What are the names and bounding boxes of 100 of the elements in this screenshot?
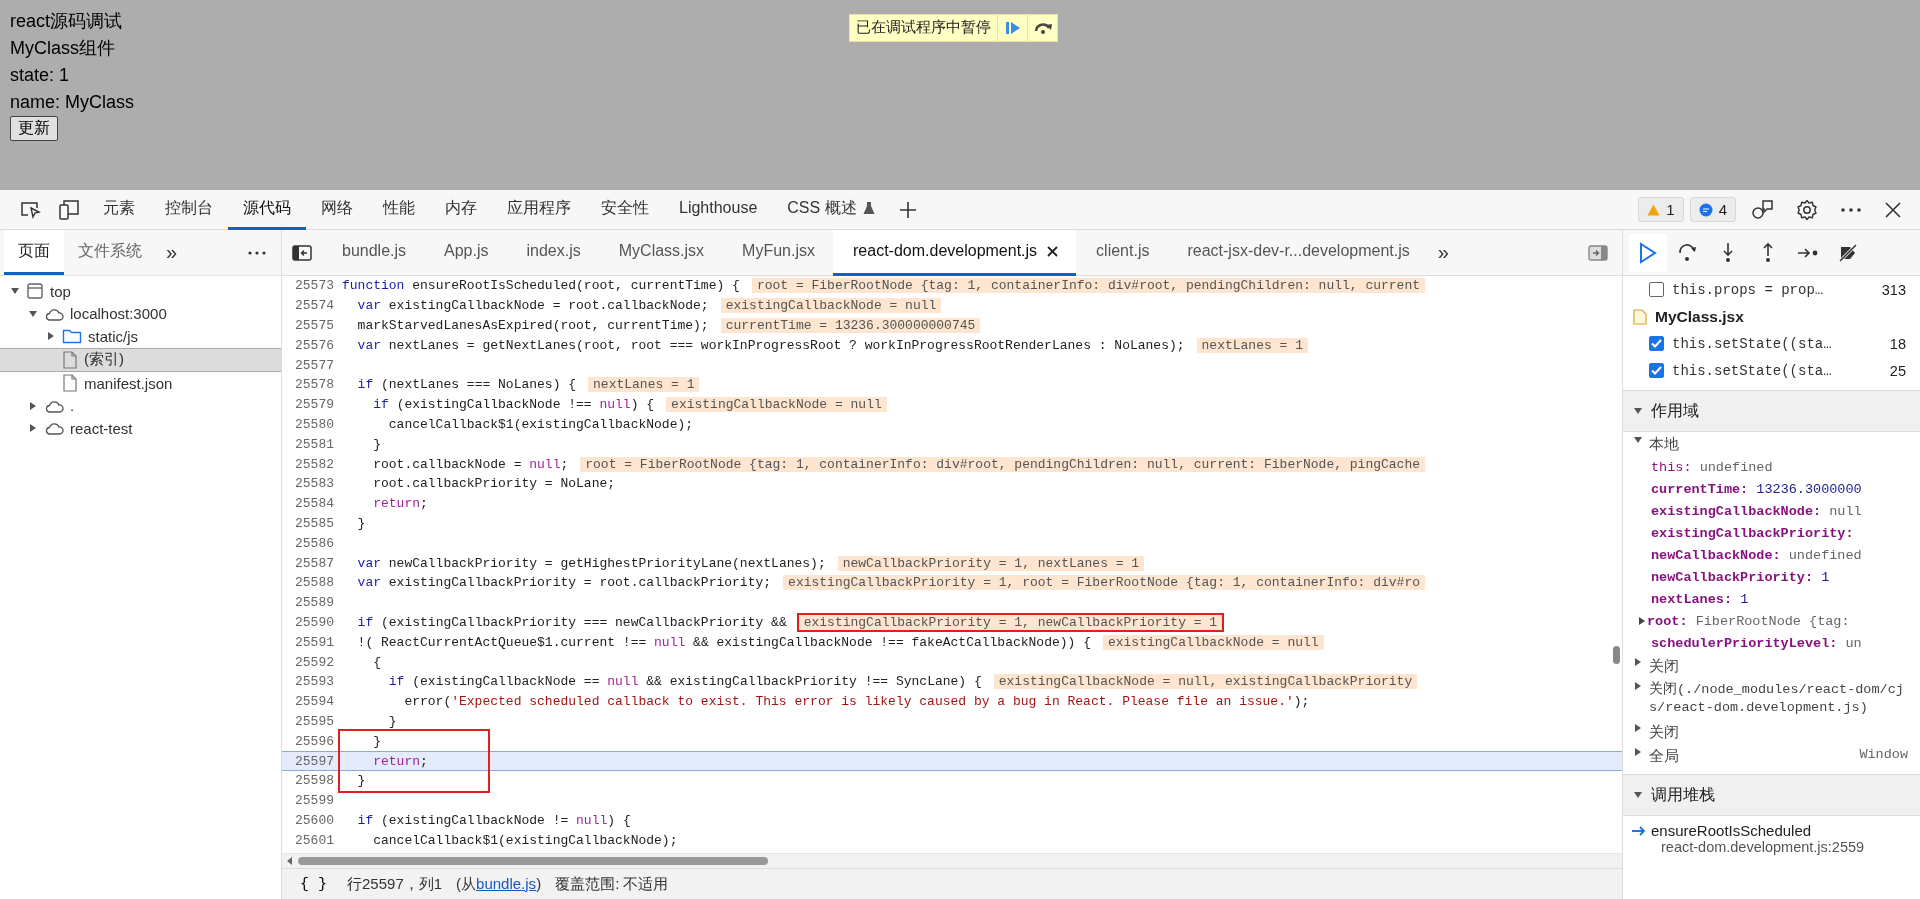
- collapse-arrow-icon[interactable]: [28, 400, 38, 411]
- breakpoint-line: 313: [1881, 281, 1906, 298]
- devtools-tab[interactable]: 控制台: [150, 189, 228, 230]
- scope-group[interactable]: 关闭: [1649, 723, 1908, 741]
- collapse-arrow-icon[interactable]: [1633, 657, 1643, 667]
- inline-value: root = FiberRootNode {tag: 1, containerInfo: div#root, pendingChildren: null, current: FiberNode, pingCache: [580, 456, 1425, 472]
- inline-value: nextLanes = 1: [1196, 337, 1308, 353]
- play-icon[interactable]: [1638, 241, 1658, 264]
- sidebar-tab[interactable]: 文件系统: [64, 230, 156, 275]
- devtools-tab[interactable]: 元素: [88, 189, 150, 230]
- more-tabs-button[interactable]: »: [1427, 241, 1459, 264]
- breakpoint-checkbox[interactable]: [1649, 282, 1664, 297]
- scope-group[interactable]: 关闭(./node_modules/react-dom/cjs/react-dom.development.js): [1649, 681, 1908, 717]
- inline-value: existingCallbackNode = null, existingCallbackPriority: [993, 674, 1418, 690]
- file-tab[interactable]: react-dom.development.js: [833, 229, 1077, 276]
- collapse-arrow-icon[interactable]: [28, 423, 38, 434]
- collapse-arrow-icon[interactable]: [1633, 681, 1643, 691]
- line-number: 25595: [294, 713, 335, 729]
- line-number: 25582: [294, 456, 335, 472]
- devtools-tab[interactable]: 性能: [368, 189, 430, 230]
- line-number: 25590: [294, 614, 335, 630]
- variable: existingCallbackNode: null: [1651, 503, 1862, 519]
- cloud-icon: [44, 398, 64, 413]
- code-line: cancelCallback$1(existingCallbackNode);: [372, 832, 678, 848]
- paused-message: 已在调试程序中暂停: [855, 17, 992, 37]
- deactivate-breakpoints-icon[interactable]: [1838, 242, 1858, 263]
- file-tab[interactable]: MyClass.jsx: [598, 229, 723, 276]
- line-number: 25597: [294, 753, 335, 769]
- expand-arrow-icon[interactable]: [1633, 790, 1643, 800]
- scrollbar-thumb[interactable]: [1613, 646, 1620, 664]
- step-icon[interactable]: [1797, 245, 1819, 260]
- tree-item[interactable]: (索引): [0, 347, 281, 372]
- line-number: 25579: [294, 397, 335, 413]
- line-number: 25573: [294, 278, 335, 294]
- expand-arrow-icon[interactable]: [28, 308, 38, 319]
- breakpoint-checkbox[interactable]: [1649, 336, 1664, 351]
- devtools-tab[interactable]: 安全性: [586, 189, 664, 230]
- collapse-arrow-icon[interactable]: [1633, 723, 1643, 733]
- tree-item[interactable]: react-test: [0, 417, 281, 440]
- scope-group[interactable]: 全局: [1649, 747, 1854, 765]
- breakpoint-code: this.props = prop…: [1672, 281, 1825, 298]
- close-icon[interactable]: [1047, 245, 1059, 257]
- code-line: function ensureRootIsScheduled(root, currentTime) {: [342, 278, 740, 294]
- step-over-icon[interactable]: [1677, 242, 1699, 263]
- resume-icon[interactable]: [1004, 21, 1021, 35]
- line-number: 25578: [294, 377, 335, 393]
- messages-badge[interactable]: 4: [1689, 197, 1736, 222]
- tree-item[interactable]: localhost:3000: [0, 302, 281, 325]
- file-tab[interactable]: MyFun.jsx: [722, 229, 833, 276]
- inline-value: existingCallbackNode = null: [720, 298, 942, 314]
- code-line: }: [356, 773, 366, 789]
- update-button[interactable]: 更新: [10, 116, 58, 141]
- sidebar-tab[interactable]: 页面: [4, 230, 64, 275]
- step-into-icon[interactable]: [1721, 241, 1735, 264]
- resume-button[interactable]: [1629, 233, 1667, 272]
- devtools-tab[interactable]: 应用程序: [492, 189, 586, 230]
- expand-arrow-icon[interactable]: [1633, 406, 1643, 416]
- variable: root: FiberRootNode {tag:: [1647, 613, 1850, 629]
- frame-location: react-dom.development.js:2559: [1660, 839, 1866, 855]
- file-tab[interactable]: index.js: [506, 229, 599, 276]
- scrollbar-thumb[interactable]: [298, 857, 768, 865]
- section-title: 作用域: [1651, 400, 1699, 421]
- expand-arrow-icon[interactable]: [1633, 435, 1643, 445]
- tree-item[interactable]: static/js: [0, 325, 281, 348]
- pretty-print-button[interactable]: { }: [294, 875, 333, 893]
- file-tab[interactable]: bundle.js: [322, 229, 425, 276]
- breakpoint-file: MyClass.jsx: [1655, 307, 1744, 326]
- collapse-arrow-icon[interactable]: [46, 331, 56, 342]
- page-text: state: 1: [10, 64, 70, 87]
- variable: existingCallbackPriority:: [1651, 525, 1855, 541]
- code-line: !( ReactCurrentActQueue$1.current !== null && existingCallbackNode !== fakeActCallbackNode)) {: [356, 634, 1091, 650]
- frame-icon: [26, 282, 44, 301]
- warnings-badge[interactable]: 1: [1638, 197, 1684, 222]
- breakpoint-checkbox[interactable]: [1649, 363, 1664, 378]
- tree-item[interactable]: .: [0, 394, 281, 417]
- code-line: if (existingCallbackNode !== null) {: [372, 397, 655, 413]
- source-link[interactable]: bundle.js: [476, 874, 537, 892]
- page-text: react源码调试: [10, 10, 123, 33]
- file-tab[interactable]: react-jsx-dev-r...development.js: [1167, 229, 1428, 276]
- breakpoint-line: 25: [1889, 362, 1906, 379]
- devtools-tab[interactable]: 内存: [430, 189, 492, 230]
- tree-item[interactable]: top: [0, 280, 281, 303]
- scope-group[interactable]: 关闭: [1649, 657, 1908, 675]
- call-frame[interactable]: ensureRootIsScheduled: [1651, 822, 1812, 839]
- devtools-tab[interactable]: 网络: [306, 189, 368, 230]
- page-text: MyClass组件: [10, 37, 115, 60]
- scroll-left-icon[interactable]: [286, 857, 294, 865]
- file-tab[interactable]: App.js: [424, 229, 507, 276]
- source-location: (从bundle.js): [456, 874, 542, 894]
- step-over-icon[interactable]: [1032, 21, 1053, 35]
- scope-group[interactable]: 本地: [1649, 435, 1908, 453]
- step-out-icon[interactable]: [1761, 241, 1775, 264]
- devtools-tab[interactable]: CSS 概述: [772, 189, 890, 230]
- collapse-arrow-icon[interactable]: [1637, 616, 1647, 626]
- collapse-arrow-icon[interactable]: [1633, 747, 1643, 757]
- file-tab[interactable]: client.js: [1076, 229, 1168, 276]
- tree-item[interactable]: manifest.json: [0, 372, 281, 395]
- devtools-tab[interactable]: Lighthouse: [664, 189, 773, 230]
- breakpoint-code: this.setState((sta…: [1672, 335, 1833, 352]
- more-tabs-button[interactable]: »: [156, 241, 188, 264]
